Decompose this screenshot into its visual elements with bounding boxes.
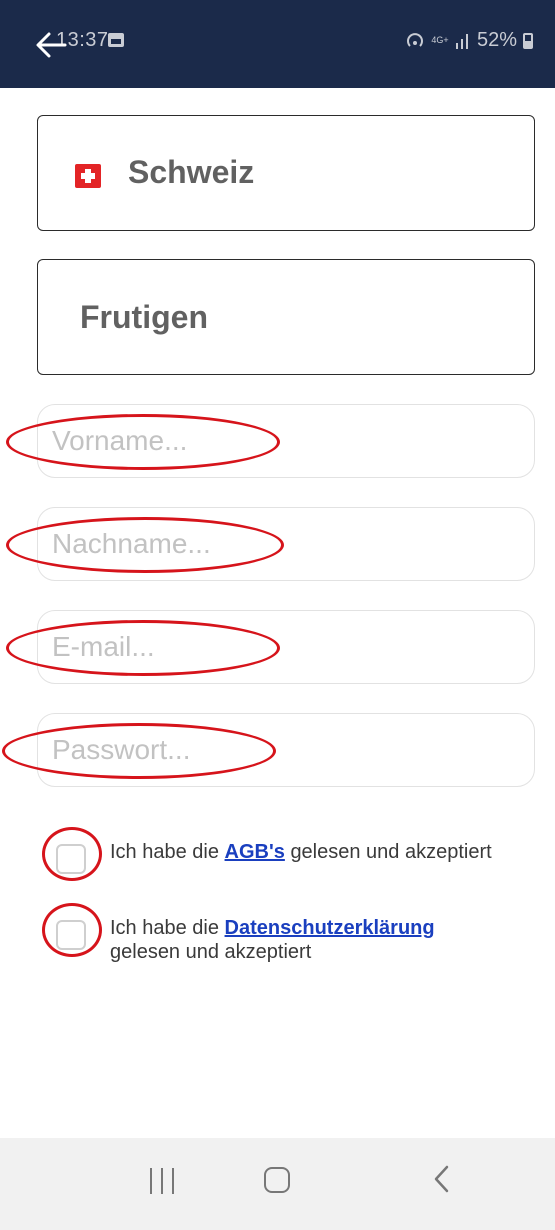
back-icon[interactable]: [430, 1162, 454, 1196]
privacy-consent-row: Ich habe die Datenschutzerklärung gelesen…: [56, 916, 490, 964]
password-input[interactable]: [52, 714, 512, 786]
terms-consent-row: Ich habe die AGB's gelesen und akzeptier…: [56, 840, 492, 874]
terms-link[interactable]: AGB's: [225, 841, 285, 863]
terms-checkbox[interactable]: [56, 844, 86, 874]
status-indicators: 4G+ 52%: [405, 29, 533, 52]
city-label: Frutigen: [80, 299, 208, 335]
system-nav-bar: [0, 1138, 555, 1230]
battery-level: 52%: [476, 29, 517, 51]
status-bar: 13:37 4G+ 52%: [0, 0, 555, 88]
swiss-flag-icon: [75, 164, 101, 188]
privacy-link[interactable]: Datenschutzerklärung: [225, 917, 435, 939]
city-selector[interactable]: Frutigen: [37, 259, 535, 375]
privacy-prefix: Ich habe die: [110, 917, 219, 939]
privacy-checkbox[interactable]: [56, 920, 86, 950]
privacy-consent-text: Ich habe die Datenschutzerklärung gelesen…: [110, 916, 490, 964]
terms-consent-text: Ich habe die AGB's gelesen und akzeptier…: [110, 840, 492, 864]
country-label: Schweiz: [128, 154, 255, 190]
gallery-notification-icon: [108, 33, 124, 47]
country-selector[interactable]: Schweiz: [37, 115, 535, 231]
network-type: 4G+: [431, 35, 449, 45]
terms-prefix: Ich habe die: [110, 841, 219, 863]
email-input[interactable]: [52, 611, 512, 683]
first-name-field-container: [37, 404, 535, 478]
first-name-input[interactable]: [52, 405, 512, 477]
email-field-container: [37, 610, 535, 684]
terms-suffix: gelesen und akzeptiert: [290, 841, 492, 863]
privacy-suffix: gelesen und akzeptiert: [110, 941, 312, 963]
password-field-container: [37, 713, 535, 787]
signal-icon: [455, 33, 468, 49]
battery-icon: [523, 32, 533, 49]
back-arrow-icon[interactable]: [34, 30, 68, 60]
last-name-field-container: [37, 507, 535, 581]
recent-apps-icon[interactable]: [150, 1168, 174, 1194]
home-icon[interactable]: [264, 1167, 290, 1193]
hotspot-icon: [407, 32, 423, 47]
last-name-input[interactable]: [52, 508, 512, 580]
